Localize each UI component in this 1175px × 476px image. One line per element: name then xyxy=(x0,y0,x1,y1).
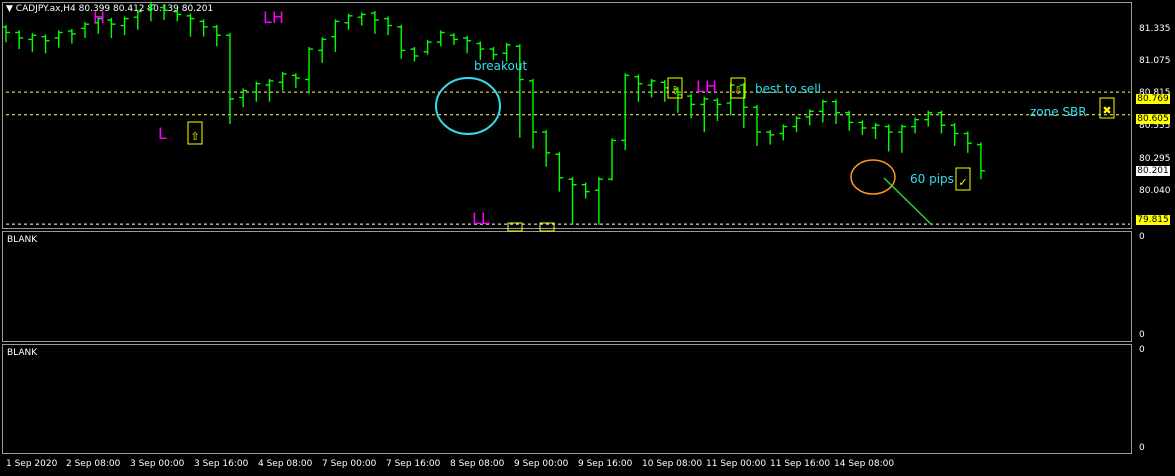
time-tick-label: 11 Sep 16:00 xyxy=(770,459,831,469)
time-tick-label: 9 Sep 16:00 xyxy=(578,459,633,469)
time-tick-label: 7 Sep 00:00 xyxy=(322,459,377,469)
time-tick-label: 10 Sep 08:00 xyxy=(642,459,703,469)
zone-lower-price-tag: 80.605 xyxy=(1136,114,1170,124)
time-tick-label: 8 Sep 08:00 xyxy=(450,459,505,469)
breakout-label: breakout xyxy=(474,59,528,73)
price-tick-label: 81.075 xyxy=(1139,56,1171,66)
price-tick-label: 81.335 xyxy=(1139,24,1171,34)
close-marker-icon-glyph: ✖ xyxy=(1102,104,1111,117)
pane2-top-scale: 0 xyxy=(1139,345,1145,355)
zone-upper-price-tag: 80.769 xyxy=(1136,94,1170,104)
pane2-bottom-scale: 0 xyxy=(1139,443,1145,453)
pane1-top-scale: 0 xyxy=(1139,232,1145,242)
time-tick-label: 14 Sep 08:00 xyxy=(834,459,895,469)
time-tick-label: 9 Sep 00:00 xyxy=(514,459,569,469)
price-tick-label: 80.040 xyxy=(1139,186,1171,196)
time-tick-label: 1 Sep 2020 xyxy=(6,459,58,469)
low-label: L xyxy=(158,124,167,143)
time-tick-label: 11 Sep 00:00 xyxy=(706,459,767,469)
pane1-bottom-scale: 0 xyxy=(1139,330,1145,340)
lower-high-left-label: LH xyxy=(263,8,284,27)
price-chart: ⇧ ⇩ ⇩ ✖ ✓ xyxy=(2,2,1130,232)
time-tick-label: 3 Sep 00:00 xyxy=(130,459,185,469)
sell-arrow-icon-glyph: ⇩ xyxy=(733,84,742,97)
current-price-tag: 80.201 xyxy=(1136,166,1170,176)
buy-arrow-icon-glyph: ⇧ xyxy=(190,130,199,143)
time-tick-label: 4 Sep 08:00 xyxy=(258,459,313,469)
time-tick-label: 3 Sep 16:00 xyxy=(194,459,249,469)
bottom-price-tag: 79.815 xyxy=(1136,215,1170,225)
lower-low-label: LL xyxy=(472,209,490,228)
breakout-circle xyxy=(435,77,501,135)
check-marker-icon-glyph: ✓ xyxy=(958,176,967,189)
target-circle xyxy=(850,159,896,195)
zone-sbr-label: zone SBR xyxy=(1030,105,1087,119)
price-tick-label: 80.295 xyxy=(1139,154,1171,164)
best-to-sell-label: best to sell xyxy=(755,82,821,96)
time-tick-label: 7 Sep 16:00 xyxy=(386,459,441,469)
lower-high-right-label: LH xyxy=(696,77,717,96)
sell-arrow-icon-glyph: ⇩ xyxy=(670,84,679,97)
higher-high-label: H xyxy=(93,8,106,27)
pips-label: 60 pips xyxy=(910,172,954,186)
time-tick-label: 2 Sep 08:00 xyxy=(66,459,121,469)
